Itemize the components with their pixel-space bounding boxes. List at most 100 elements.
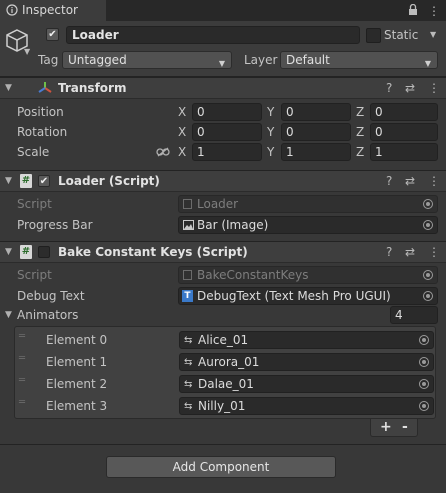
element-value: Alice_01 bbox=[198, 333, 249, 347]
rotation-y-field[interactable]: 0 bbox=[281, 123, 351, 141]
layer-value: Default bbox=[286, 53, 330, 67]
fold-arrow-icon[interactable]: ▼ bbox=[5, 176, 12, 186]
chevron-down-icon: ▼ bbox=[218, 59, 225, 68]
active-checkbox[interactable]: ✔ bbox=[46, 28, 59, 41]
loader-enabled-checkbox[interactable]: ✔ bbox=[38, 175, 50, 187]
more-icon[interactable]: ⋮ bbox=[428, 174, 440, 188]
remove-element-button[interactable]: - bbox=[402, 419, 408, 435]
drag-handle-icon[interactable]: ═ bbox=[19, 353, 25, 364]
element-label: Element 2 bbox=[46, 377, 108, 391]
element-field[interactable]: ⇆ Nilly_01 bbox=[179, 397, 434, 415]
element-value: Dalae_01 bbox=[198, 377, 254, 391]
object-picker-icon[interactable] bbox=[419, 379, 429, 389]
animators-label: Animators bbox=[17, 308, 79, 322]
more-icon[interactable]: ⋮ bbox=[428, 81, 440, 95]
fold-arrow-icon[interactable]: ▼ bbox=[5, 83, 12, 93]
object-picker-icon[interactable] bbox=[419, 357, 429, 367]
add-component-button[interactable]: Add Component bbox=[106, 456, 336, 478]
loader-title: Loader (Script) bbox=[58, 174, 160, 188]
progress-bar-value: Bar (Image) bbox=[197, 218, 269, 232]
tab-label: Inspector bbox=[22, 3, 78, 17]
object-picker-icon[interactable] bbox=[423, 291, 433, 301]
loader-script-header[interactable]: ▼ # ✔ Loader (Script) ? ⇄ ⋮ bbox=[0, 170, 446, 192]
static-dropdown-caret-icon[interactable]: ▼ bbox=[430, 30, 436, 39]
drag-handle-icon[interactable]: ═ bbox=[19, 397, 25, 408]
animators-foldout[interactable]: ▼ Animators 4 bbox=[0, 306, 446, 326]
tag-label: Tag bbox=[38, 53, 59, 67]
scale-x-field[interactable]: 1 bbox=[192, 143, 262, 161]
object-picker-icon[interactable] bbox=[419, 335, 429, 345]
tab-inspector[interactable]: Inspector bbox=[0, 0, 106, 21]
script-icon: # bbox=[20, 174, 32, 188]
axis-z-label[interactable]: Z bbox=[356, 125, 364, 139]
element-label: Element 1 bbox=[46, 355, 108, 369]
tab-bar: Inspector ⋮ bbox=[0, 0, 446, 21]
fold-arrow-icon[interactable]: ▼ bbox=[5, 310, 12, 320]
position-x-field[interactable]: 0 bbox=[192, 103, 262, 121]
icon-dropdown-caret-icon[interactable]: ▼ bbox=[24, 47, 30, 56]
progress-bar-field[interactable]: Bar (Image) bbox=[178, 216, 438, 234]
element-label: Element 3 bbox=[46, 399, 108, 413]
transform-axes-icon bbox=[38, 82, 52, 93]
element-value: Nilly_01 bbox=[198, 399, 246, 413]
axis-z-label[interactable]: Z bbox=[356, 145, 364, 159]
bake-enabled-checkbox[interactable] bbox=[38, 246, 50, 258]
add-element-button[interactable]: + bbox=[380, 419, 392, 435]
bake-script-field: BakeConstantKeys bbox=[178, 266, 438, 284]
axis-x-label[interactable]: X bbox=[178, 125, 186, 139]
drag-handle-icon[interactable]: ═ bbox=[19, 375, 25, 386]
list-add-remove: + - bbox=[370, 419, 418, 437]
axis-x-label[interactable]: X bbox=[178, 105, 186, 119]
help-icon[interactable]: ? bbox=[386, 174, 392, 188]
axis-x-label[interactable]: X bbox=[178, 145, 186, 159]
more-menu-icon[interactable]: ⋮ bbox=[428, 4, 440, 18]
axis-z-label[interactable]: Z bbox=[356, 105, 364, 119]
debug-text-label: Debug Text bbox=[17, 289, 85, 303]
rotation-x-field[interactable]: 0 bbox=[192, 123, 262, 141]
position-y-field[interactable]: 0 bbox=[281, 103, 351, 121]
static-checkbox[interactable] bbox=[366, 28, 381, 43]
drag-handle-icon[interactable]: ═ bbox=[19, 331, 25, 342]
script-file-icon bbox=[183, 199, 192, 209]
debug-text-value: DebugText (Text Mesh Pro UGUI) bbox=[197, 289, 391, 303]
loader-script-field: Loader bbox=[178, 195, 438, 213]
element-field[interactable]: ⇆ Alice_01 bbox=[179, 331, 434, 349]
help-icon[interactable]: ? bbox=[386, 81, 392, 95]
image-icon bbox=[183, 220, 194, 230]
axis-y-label[interactable]: Y bbox=[267, 125, 274, 139]
axis-y-label[interactable]: Y bbox=[267, 145, 274, 159]
scale-y-field[interactable]: 1 bbox=[281, 143, 351, 161]
object-picker-icon[interactable] bbox=[419, 401, 429, 411]
position-label: Position bbox=[17, 105, 64, 119]
object-name-input[interactable]: Loader bbox=[66, 26, 360, 44]
tag-dropdown[interactable]: Untagged ▼ bbox=[62, 51, 232, 69]
layer-dropdown[interactable]: Default ▼ bbox=[280, 51, 438, 69]
help-icon[interactable]: ? bbox=[386, 245, 392, 259]
list-item: ═ Element 3 ⇆ Nilly_01 bbox=[15, 396, 435, 416]
more-icon[interactable]: ⋮ bbox=[428, 245, 440, 259]
object-picker-icon[interactable] bbox=[423, 220, 433, 230]
loader-script-value: Loader bbox=[197, 197, 239, 211]
tag-value: Untagged bbox=[68, 53, 127, 67]
bake-script-header[interactable]: ▼ # Bake Constant Keys (Script) ? ⇄ ⋮ bbox=[0, 241, 446, 263]
link-icon[interactable] bbox=[156, 147, 170, 157]
settings-icon[interactable]: ⇄ bbox=[405, 81, 415, 95]
element-field[interactable]: ⇆ Dalae_01 bbox=[179, 375, 434, 393]
transform-header[interactable]: ▼ Transform ? ⇄ ⋮ bbox=[0, 77, 446, 99]
info-icon bbox=[6, 4, 18, 16]
loader-script-label: Script bbox=[17, 197, 52, 211]
animator-icon: ⇆ bbox=[184, 379, 193, 390]
rotation-label: Rotation bbox=[17, 125, 68, 139]
lock-icon[interactable] bbox=[408, 4, 418, 16]
settings-icon[interactable]: ⇄ bbox=[405, 245, 415, 259]
debug-text-field[interactable]: T DebugText (Text Mesh Pro UGUI) bbox=[178, 287, 438, 305]
scale-z-field[interactable]: 1 bbox=[370, 143, 438, 161]
element-field[interactable]: ⇆ Aurora_01 bbox=[179, 353, 434, 371]
axis-y-label[interactable]: Y bbox=[267, 105, 274, 119]
bake-script-label: Script bbox=[17, 268, 52, 282]
position-z-field[interactable]: 0 bbox=[370, 103, 438, 121]
rotation-z-field[interactable]: 0 bbox=[370, 123, 438, 141]
fold-arrow-icon[interactable]: ▼ bbox=[5, 247, 12, 257]
animators-size-field[interactable]: 4 bbox=[390, 306, 438, 324]
settings-icon[interactable]: ⇄ bbox=[405, 174, 415, 188]
